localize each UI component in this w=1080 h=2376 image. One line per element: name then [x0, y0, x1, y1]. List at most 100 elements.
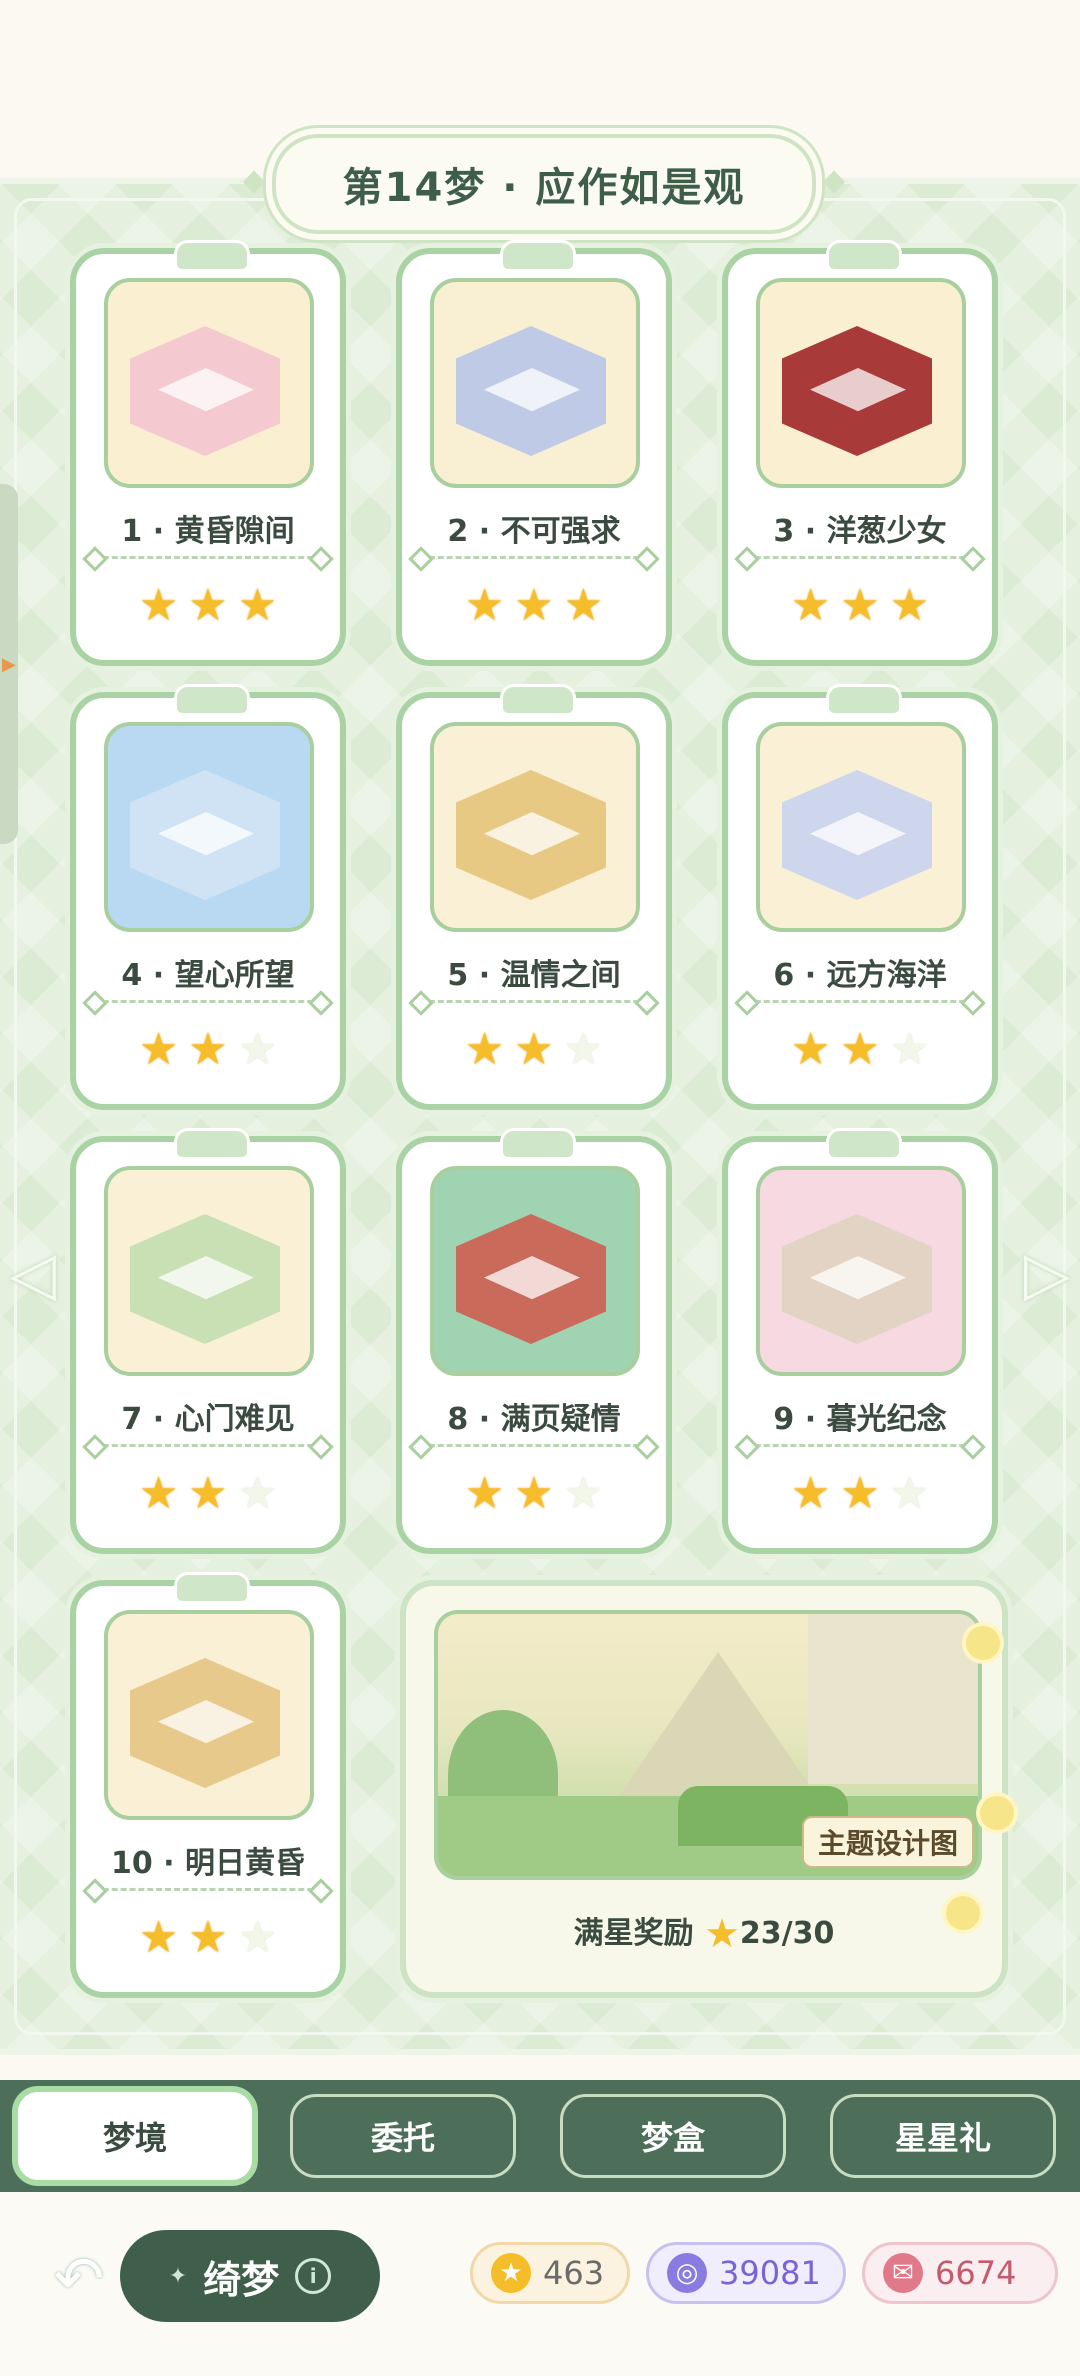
star-empty-icon: ★ — [237, 1024, 278, 1075]
star-filled-icon: ★ — [889, 580, 930, 631]
previous-page-arrow-icon[interactable]: ◁ — [8, 1234, 58, 1314]
star-filled-icon: ★ — [840, 580, 880, 631]
currency-value: 463 — [543, 2254, 605, 2292]
level-thumbnail — [430, 1166, 640, 1376]
star-rating: ★ ★ ★ — [76, 1028, 340, 1072]
house-illustration — [808, 1614, 978, 1784]
level-name: 4 · 望心所望 — [121, 958, 295, 993]
level-card[interactable]: 2 · 不可强求 ★ ★ ★ — [396, 240, 672, 666]
currency-value: 6674 — [935, 2254, 1017, 2292]
level-name: 2 · 不可强求 — [447, 514, 621, 549]
chapter-title-plaque: 第14梦 · 应作如是观 — [242, 134, 846, 234]
currency-star[interactable]: ★ 463 — [470, 2242, 630, 2304]
bottom-bar: ↶ ✦ 绮梦 i ★ 463 ◎ 39081 ✉ 6674 — [0, 2192, 1080, 2376]
card-crown-ornament — [826, 684, 902, 716]
level-thumbnail — [104, 1166, 314, 1376]
level-thumbnail — [104, 1610, 314, 1820]
dream-coin-icon: ◎ — [667, 2253, 707, 2293]
level-thumbnail — [756, 1166, 966, 1376]
star-filled-icon: ★ — [237, 580, 278, 631]
gift-ticket-icon: ✉ — [883, 2253, 923, 2293]
side-drawer-tab[interactable]: ▶ — [0, 484, 18, 844]
level-card[interactable]: 5 · 温情之间 ★ ★ ★ — [396, 684, 672, 1110]
currency-dream-coin[interactable]: ◎ 39081 — [646, 2242, 846, 2304]
info-icon[interactable]: i — [295, 2258, 332, 2294]
back-arrow-icon[interactable]: ↶ — [44, 2244, 114, 2314]
star-rating: ★ ★ ★ — [728, 584, 992, 628]
star-filled-icon: ★ — [840, 1024, 880, 1075]
divider — [746, 556, 974, 559]
tab-dream[interactable]: 梦境 — [12, 2086, 258, 2186]
level-thumbnail — [756, 278, 966, 488]
star-empty-icon: ★ — [889, 1024, 930, 1075]
star-filled-icon: ★ — [563, 580, 604, 631]
level-name: 10 · 明日黄昏 — [110, 1846, 306, 1881]
star-filled-icon: ★ — [138, 580, 179, 631]
star-rating: ★ ★ ★ — [402, 584, 666, 628]
card-crown-ornament — [826, 1128, 902, 1160]
flower-decoration-icon — [966, 1626, 1000, 1660]
design-tag: 主题设计图 — [801, 1816, 974, 1868]
card-crown-ornament — [174, 1572, 250, 1604]
currency-gift-ticket[interactable]: ✉ 6674 — [862, 2242, 1058, 2304]
star-filled-icon: ★ — [790, 1468, 831, 1519]
level-name: 5 · 温情之间 — [447, 958, 621, 993]
star-filled-icon: ★ — [188, 1468, 228, 1519]
star-filled-icon: ★ — [188, 1024, 228, 1075]
divider — [94, 1000, 322, 1003]
level-card[interactable]: 1 · 黄昏隙间 ★ ★ ★ — [70, 240, 346, 666]
card-crown-ornament — [826, 240, 902, 272]
star-icon: ★ — [491, 2253, 531, 2293]
tab-dream-box[interactable]: 梦盒 — [560, 2094, 786, 2178]
star-filled-icon: ★ — [464, 580, 505, 631]
qimeng-title: 绮梦 — [203, 2257, 280, 2302]
level-card[interactable]: 6 · 远方海洋 ★ ★ ★ — [722, 684, 998, 1110]
level-card[interactable]: 4 · 望心所望 ★ ★ ★ — [70, 684, 346, 1110]
level-thumbnail — [430, 278, 640, 488]
star-filled-icon: ★ — [138, 1024, 179, 1075]
star-empty-icon: ★ — [237, 1468, 278, 1519]
star-empty-icon: ★ — [563, 1024, 604, 1075]
star-rating: ★ ★ ★ — [76, 584, 340, 628]
card-crown-ornament — [174, 1128, 250, 1160]
level-card[interactable]: 8 · 满页疑情 ★ ★ ★ — [396, 1128, 672, 1554]
star-filled-icon: ★ — [790, 580, 831, 631]
next-page-arrow-icon[interactable]: ▷ — [1022, 1234, 1072, 1314]
arrow-right-icon: ▶ — [2, 654, 16, 675]
qimeng-title-pill[interactable]: ✦ 绮梦 i — [120, 2230, 380, 2322]
star-empty-icon: ★ — [889, 1468, 930, 1519]
level-thumbnail — [430, 722, 640, 932]
tab-star-gift[interactable]: 星星礼 — [830, 2094, 1056, 2178]
divider — [94, 1888, 322, 1891]
level-card[interactable]: 9 · 暮光纪念 ★ ★ ★ — [722, 1128, 998, 1554]
currency-value: 39081 — [719, 2254, 821, 2292]
star-empty-icon: ★ — [563, 1468, 604, 1519]
theme-design-image: 主题设计图 — [434, 1610, 982, 1880]
flower-decoration-icon — [946, 1896, 980, 1930]
star-filled-icon: ★ — [840, 1468, 880, 1519]
card-crown-ornament — [500, 240, 576, 272]
level-name: 1 · 黄昏隙间 — [121, 514, 295, 549]
star-filled-icon: ★ — [138, 1468, 179, 1519]
star-filled-icon: ★ — [514, 1468, 554, 1519]
star-rating: ★ ★ ★ — [76, 1472, 340, 1516]
level-thumbnail — [104, 722, 314, 932]
reward-progress-value: 23/30 — [739, 1916, 835, 1951]
star-rating: ★ ★ ★ — [728, 1472, 992, 1516]
level-thumbnail — [756, 722, 966, 932]
flower-decoration-icon — [980, 1796, 1014, 1830]
chapter-title: 第14梦 · 应作如是观 — [342, 165, 746, 211]
level-card[interactable]: 3 · 洋葱少女 ★ ★ ★ — [722, 240, 998, 666]
full-star-reward-card[interactable]: 主题设计图 满星奖励 ★23/30 — [400, 1580, 1014, 1998]
tab-bar: 梦境 委托 梦盒 星星礼 — [0, 2080, 1080, 2192]
star-rating: ★ ★ ★ — [728, 1028, 992, 1072]
sparkle-icon: ✦ — [168, 2263, 188, 2289]
divider — [420, 556, 648, 559]
level-name: 6 · 远方海洋 — [773, 958, 947, 993]
level-card[interactable]: 10 · 明日黄昏 ★ ★ ★ — [70, 1572, 346, 1998]
level-name: 3 · 洋葱少女 — [773, 514, 947, 549]
tab-commission[interactable]: 委托 — [290, 2094, 516, 2178]
star-rating: ★ ★ ★ — [402, 1028, 666, 1072]
divider — [420, 1444, 648, 1447]
level-card[interactable]: 7 · 心门难见 ★ ★ ★ — [70, 1128, 346, 1554]
